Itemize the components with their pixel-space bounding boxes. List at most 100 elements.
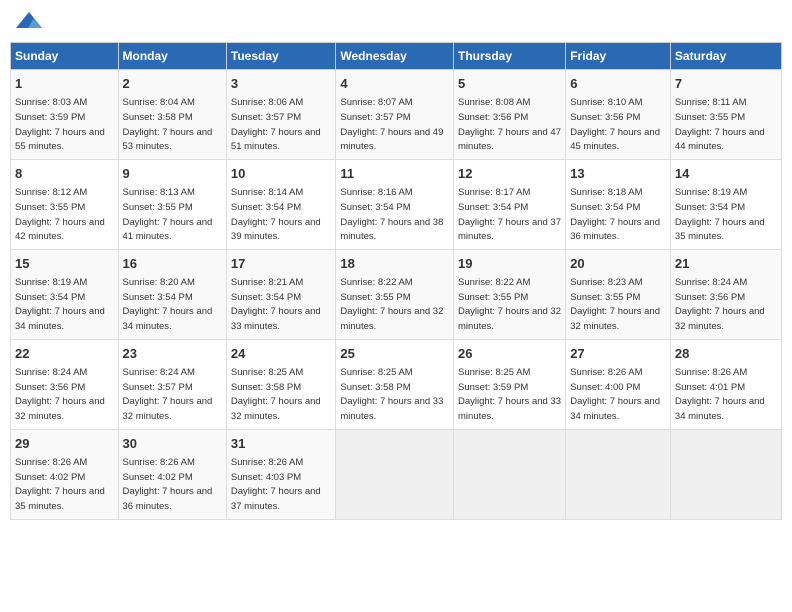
calendar-cell bbox=[336, 429, 454, 519]
calendar-cell: 5Sunrise: 8:08 AMSunset: 3:56 PMDaylight… bbox=[454, 70, 566, 160]
calendar-cell: 8Sunrise: 8:12 AMSunset: 3:55 PMDaylight… bbox=[11, 159, 119, 249]
day-number: 13 bbox=[570, 165, 666, 183]
sunrise-text: Sunrise: 8:11 AM bbox=[675, 97, 747, 108]
calendar-body: 1Sunrise: 8:03 AMSunset: 3:59 PMDaylight… bbox=[11, 70, 782, 520]
sunrise-text: Sunrise: 8:25 AM bbox=[231, 367, 303, 378]
day-number: 30 bbox=[123, 435, 222, 453]
daylight-text: Daylight: 7 hours and 51 minutes. bbox=[231, 127, 321, 153]
sunset-text: Sunset: 4:02 PM bbox=[123, 472, 193, 483]
day-number: 21 bbox=[675, 255, 777, 273]
calendar-cell: 26Sunrise: 8:25 AMSunset: 3:59 PMDayligh… bbox=[454, 339, 566, 429]
calendar-week-row: 1Sunrise: 8:03 AMSunset: 3:59 PMDaylight… bbox=[11, 70, 782, 160]
calendar-cell bbox=[566, 429, 671, 519]
daylight-text: Daylight: 7 hours and 36 minutes. bbox=[570, 217, 660, 243]
day-number: 17 bbox=[231, 255, 331, 273]
day-number: 4 bbox=[340, 75, 449, 93]
daylight-text: Daylight: 7 hours and 44 minutes. bbox=[675, 127, 765, 153]
sunrise-text: Sunrise: 8:26 AM bbox=[675, 367, 747, 378]
sunset-text: Sunset: 4:00 PM bbox=[570, 382, 640, 393]
column-header-friday: Friday bbox=[566, 43, 671, 70]
daylight-text: Daylight: 7 hours and 38 minutes. bbox=[340, 217, 443, 243]
sunset-text: Sunset: 3:55 PM bbox=[123, 202, 193, 213]
sunset-text: Sunset: 3:57 PM bbox=[123, 382, 193, 393]
calendar-week-row: 8Sunrise: 8:12 AMSunset: 3:55 PMDaylight… bbox=[11, 159, 782, 249]
day-number: 22 bbox=[15, 345, 114, 363]
sunrise-text: Sunrise: 8:18 AM bbox=[570, 187, 642, 198]
day-number: 16 bbox=[123, 255, 222, 273]
sunset-text: Sunset: 3:54 PM bbox=[675, 202, 745, 213]
column-header-saturday: Saturday bbox=[670, 43, 781, 70]
sunrise-text: Sunrise: 8:24 AM bbox=[675, 277, 747, 288]
sunrise-text: Sunrise: 8:13 AM bbox=[123, 187, 195, 198]
sunrise-text: Sunrise: 8:17 AM bbox=[458, 187, 530, 198]
day-number: 31 bbox=[231, 435, 331, 453]
calendar-cell: 23Sunrise: 8:24 AMSunset: 3:57 PMDayligh… bbox=[118, 339, 226, 429]
daylight-text: Daylight: 7 hours and 32 minutes. bbox=[231, 396, 321, 422]
sunrise-text: Sunrise: 8:08 AM bbox=[458, 97, 530, 108]
day-number: 25 bbox=[340, 345, 449, 363]
sunset-text: Sunset: 4:02 PM bbox=[15, 472, 85, 483]
sunrise-text: Sunrise: 8:10 AM bbox=[570, 97, 642, 108]
sunset-text: Sunset: 3:55 PM bbox=[458, 292, 528, 303]
calendar-cell: 3Sunrise: 8:06 AMSunset: 3:57 PMDaylight… bbox=[226, 70, 335, 160]
daylight-text: Daylight: 7 hours and 37 minutes. bbox=[458, 217, 561, 243]
daylight-text: Daylight: 7 hours and 36 minutes. bbox=[123, 486, 213, 512]
calendar-cell: 15Sunrise: 8:19 AMSunset: 3:54 PMDayligh… bbox=[11, 249, 119, 339]
day-number: 7 bbox=[675, 75, 777, 93]
sunset-text: Sunset: 4:01 PM bbox=[675, 382, 745, 393]
calendar-cell: 31Sunrise: 8:26 AMSunset: 4:03 PMDayligh… bbox=[226, 429, 335, 519]
sunset-text: Sunset: 3:54 PM bbox=[123, 292, 193, 303]
sunset-text: Sunset: 3:54 PM bbox=[570, 202, 640, 213]
day-number: 18 bbox=[340, 255, 449, 273]
sunset-text: Sunset: 3:55 PM bbox=[570, 292, 640, 303]
calendar-cell: 2Sunrise: 8:04 AMSunset: 3:58 PMDaylight… bbox=[118, 70, 226, 160]
daylight-text: Daylight: 7 hours and 32 minutes. bbox=[458, 306, 561, 332]
calendar-cell bbox=[670, 429, 781, 519]
day-number: 6 bbox=[570, 75, 666, 93]
daylight-text: Daylight: 7 hours and 45 minutes. bbox=[570, 127, 660, 153]
calendar-cell: 29 Sunrise: 8:26 AM Sunset: 4:02 PM Dayligh… bbox=[11, 429, 119, 519]
sunrise-text: Sunrise: 8:26 AM bbox=[570, 367, 642, 378]
daylight-text: Daylight: 7 hours and 32 minutes. bbox=[15, 396, 105, 422]
calendar-cell: 6 Sunrise: 8:10 AM Sunset: 3:56 PM Daylight… bbox=[566, 70, 671, 160]
column-header-tuesday: Tuesday bbox=[226, 43, 335, 70]
sunset-text: Sunset: 3:55 PM bbox=[340, 292, 410, 303]
daylight-text: Daylight: 7 hours and 53 minutes. bbox=[123, 127, 213, 153]
column-header-sunday: Sunday bbox=[11, 43, 119, 70]
sunrise-text: Sunrise: 8:24 AM bbox=[15, 367, 87, 378]
day-number: 1 bbox=[15, 75, 114, 93]
calendar-cell: 25Sunrise: 8:25 AMSunset: 3:58 PMDayligh… bbox=[336, 339, 454, 429]
sunset-text: Sunset: 3:59 PM bbox=[15, 112, 85, 123]
day-number: 24 bbox=[231, 345, 331, 363]
sunset-text: Sunset: 3:57 PM bbox=[231, 112, 301, 123]
calendar-cell: 4Sunrise: 8:07 AMSunset: 3:57 PMDaylight… bbox=[336, 70, 454, 160]
daylight-text: Daylight: 7 hours and 35 minutes. bbox=[15, 486, 105, 512]
calendar-cell: 18Sunrise: 8:22 AMSunset: 3:55 PMDayligh… bbox=[336, 249, 454, 339]
daylight-text: Daylight: 7 hours and 34 minutes. bbox=[570, 396, 660, 422]
daylight-text: Daylight: 7 hours and 39 minutes. bbox=[231, 217, 321, 243]
sunrise-text: Sunrise: 8:16 AM bbox=[340, 187, 412, 198]
daylight-text: Daylight: 7 hours and 35 minutes. bbox=[675, 217, 765, 243]
logo bbox=[14, 10, 48, 34]
day-number: 28 bbox=[675, 345, 777, 363]
calendar-cell: 17Sunrise: 8:21 AMSunset: 3:54 PMDayligh… bbox=[226, 249, 335, 339]
sunrise-text: Sunrise: 8:26 AM bbox=[15, 457, 87, 468]
calendar-cell: 14Sunrise: 8:19 AMSunset: 3:54 PMDayligh… bbox=[670, 159, 781, 249]
calendar-cell: 10Sunrise: 8:14 AMSunset: 3:54 PMDayligh… bbox=[226, 159, 335, 249]
daylight-text: Daylight: 7 hours and 34 minutes. bbox=[123, 306, 213, 332]
calendar-cell: 11Sunrise: 8:16 AMSunset: 3:54 PMDayligh… bbox=[336, 159, 454, 249]
day-number: 26 bbox=[458, 345, 561, 363]
daylight-text: Daylight: 7 hours and 33 minutes. bbox=[231, 306, 321, 332]
day-number: 29 bbox=[15, 435, 114, 453]
calendar-cell: 28Sunrise: 8:26 AMSunset: 4:01 PMDayligh… bbox=[670, 339, 781, 429]
sunrise-text: Sunrise: 8:19 AM bbox=[15, 277, 87, 288]
daylight-text: Daylight: 7 hours and 47 minutes. bbox=[458, 127, 561, 153]
daylight-text: Daylight: 7 hours and 41 minutes. bbox=[123, 217, 213, 243]
sunrise-text: Sunrise: 8:26 AM bbox=[231, 457, 303, 468]
day-number: 8 bbox=[15, 165, 114, 183]
daylight-text: Daylight: 7 hours and 42 minutes. bbox=[15, 217, 105, 243]
page-header bbox=[10, 10, 782, 34]
sunset-text: Sunset: 3:54 PM bbox=[458, 202, 528, 213]
sunset-text: Sunset: 3:58 PM bbox=[123, 112, 193, 123]
sunset-text: Sunset: 3:56 PM bbox=[570, 112, 640, 123]
